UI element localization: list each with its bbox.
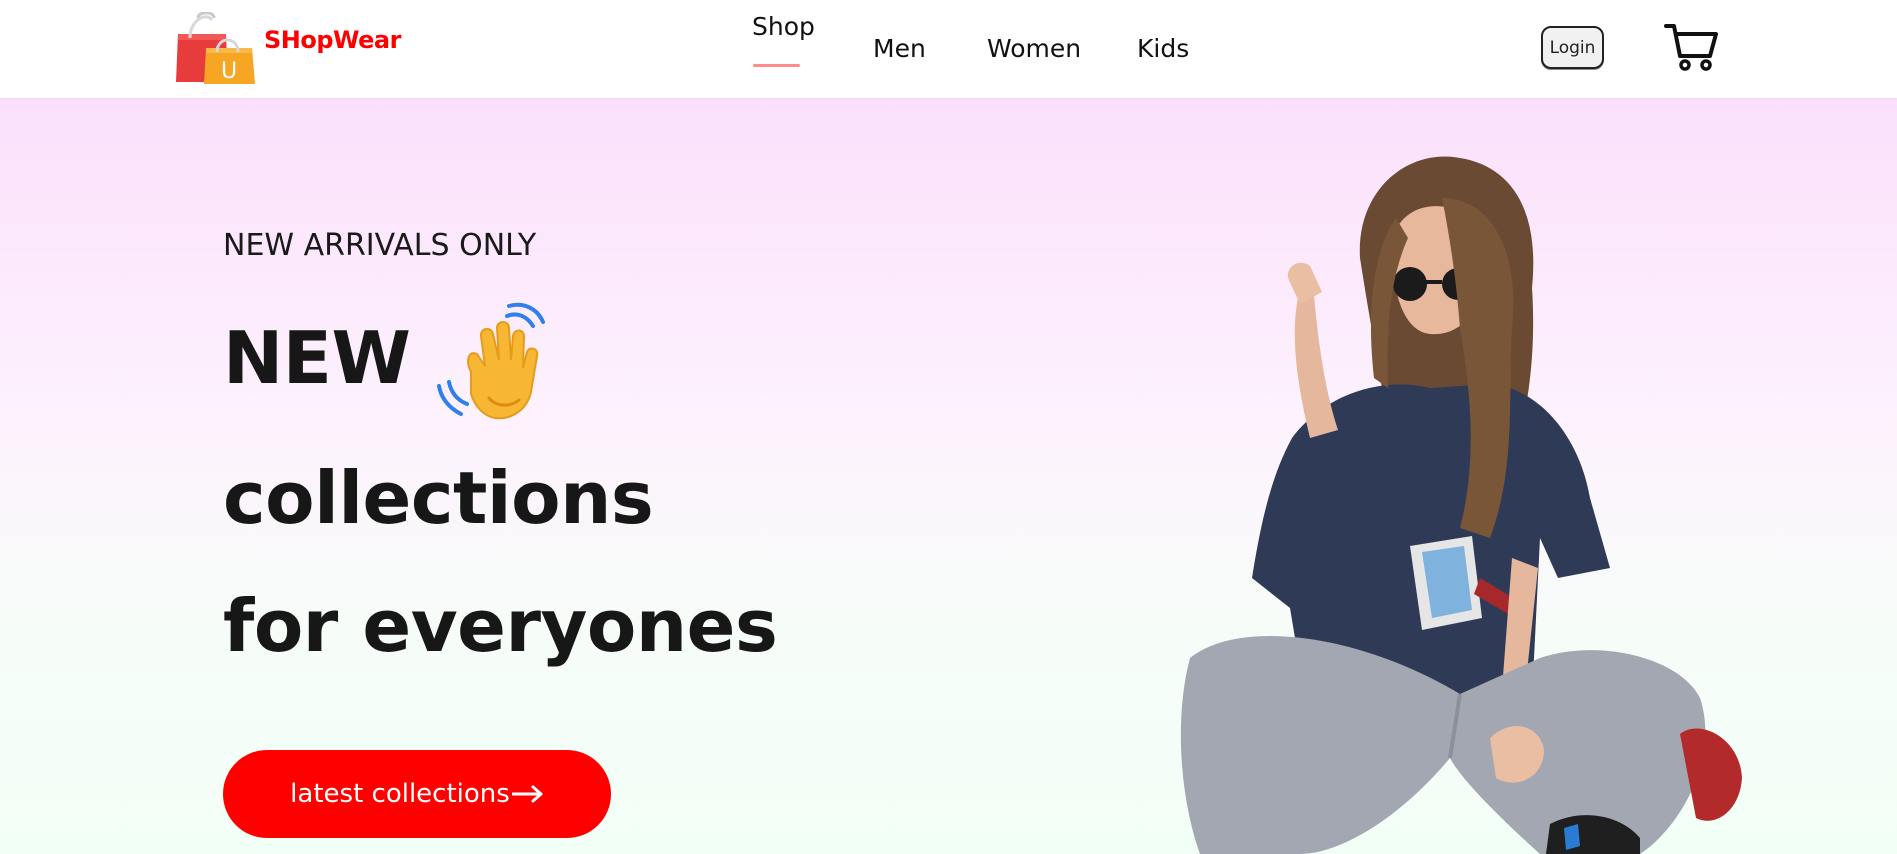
brand-name: SHopWear (264, 26, 401, 54)
hero-model-image (1160, 138, 1780, 854)
hero-section: NEW ARRIVALS ONLY NEW collections for ev… (0, 98, 1897, 854)
nav-item-men[interactable]: Men (873, 34, 926, 63)
arrow-right-icon (511, 785, 544, 803)
latest-collections-button[interactable]: latest collections (223, 750, 611, 838)
nav-item-shop[interactable]: Shop (752, 12, 815, 41)
hero-headline-line2: collections (223, 456, 654, 540)
nav-active-underline (753, 64, 800, 67)
brand-logo[interactable]: U SHopWear (176, 12, 401, 84)
nav-item-kids[interactable]: Kids (1137, 34, 1189, 63)
hero-eyebrow: NEW ARRIVALS ONLY (223, 228, 537, 263)
hero-headline-line3: for everyones (223, 584, 778, 668)
shopping-bag-icon: U (176, 12, 255, 84)
navbar: U SHopWear Shop Men Women Kids Login (0, 0, 1897, 98)
cart-icon (1664, 24, 1718, 71)
waving-hand-icon (431, 302, 559, 426)
cta-label: latest collections (290, 779, 510, 809)
cart-button[interactable] (1664, 22, 1720, 72)
hero-headline-line1: NEW (223, 316, 411, 400)
nav-item-women[interactable]: Women (987, 34, 1081, 63)
login-button[interactable]: Login (1541, 26, 1604, 69)
logo-letter: U (221, 59, 237, 84)
